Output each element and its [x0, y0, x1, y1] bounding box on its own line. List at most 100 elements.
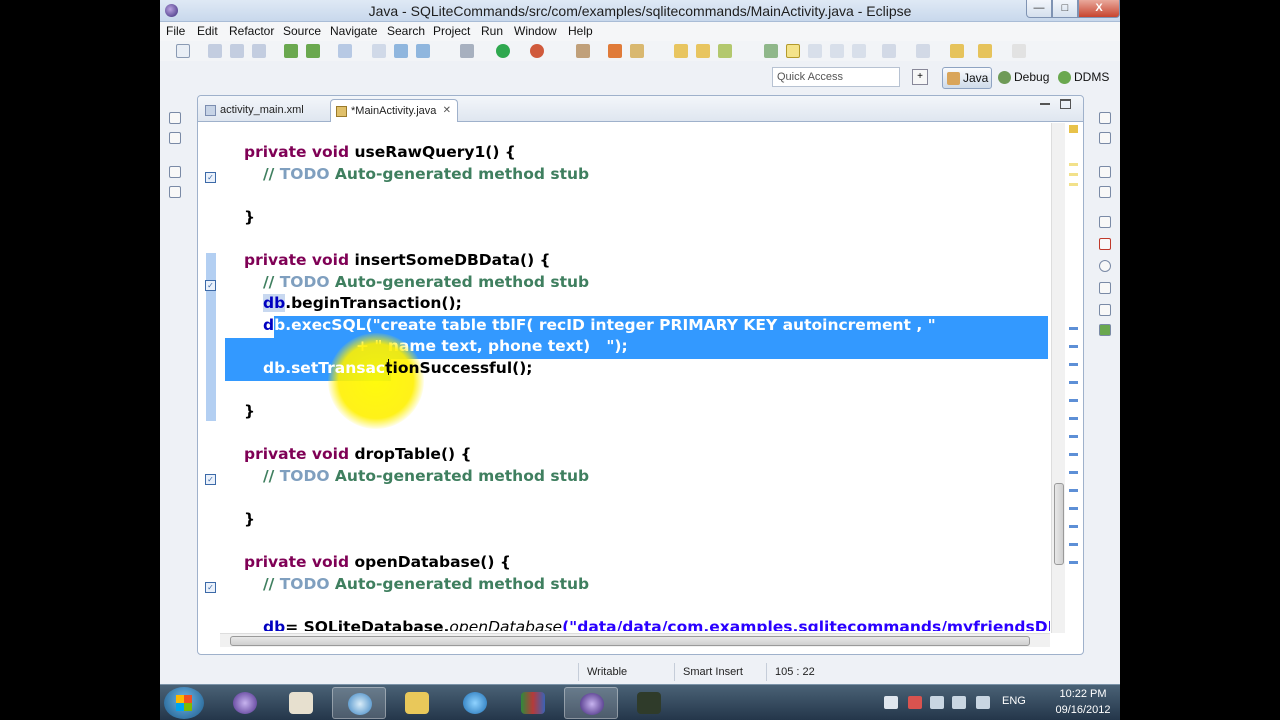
overview-marker[interactable] [1069, 471, 1078, 474]
tab-main-activity-java[interactable]: *MainActivity.java ✕ [330, 99, 458, 122]
new-package-icon[interactable] [630, 44, 644, 58]
new-xml-file-icon[interactable] [416, 44, 430, 58]
print-icon[interactable] [252, 44, 266, 58]
overview-marker[interactable] [1069, 345, 1078, 348]
overview-marker[interactable] [1069, 399, 1078, 402]
new-icon[interactable] [176, 44, 190, 58]
android-avd-icon[interactable] [306, 44, 320, 58]
code-editor[interactable]: ✓ ✓ ✓ ✓ private void useRawQuery1() { //… [198, 123, 1050, 631]
overview-marker[interactable] [1069, 173, 1078, 176]
skip-breakpoints-icon[interactable] [576, 44, 590, 58]
restore-outline-icon[interactable] [169, 166, 181, 178]
menu-project[interactable]: Project [433, 24, 470, 38]
menu-window[interactable]: Window [514, 24, 557, 38]
outline-view-icon[interactable] [1099, 132, 1111, 144]
overview-marker[interactable] [1069, 489, 1078, 492]
package-explorer-icon[interactable] [169, 132, 181, 144]
menu-search[interactable]: Search [387, 24, 425, 38]
javadoc-icon[interactable] [1099, 260, 1111, 272]
toggle-highlight-icon[interactable] [786, 44, 800, 58]
save-icon[interactable] [208, 44, 222, 58]
network-icon[interactable] [952, 696, 966, 709]
restore-console-icon[interactable] [1099, 216, 1111, 228]
clock-date[interactable]: 09/16/2012 [1050, 704, 1116, 716]
overview-marker[interactable] [1069, 381, 1078, 384]
lint-icon[interactable] [338, 44, 352, 58]
taskbar-android-app[interactable] [622, 687, 676, 719]
overview-marker[interactable] [1069, 327, 1078, 330]
maximize-button[interactable]: □ [1052, 0, 1078, 18]
block-selection-icon[interactable] [808, 44, 822, 58]
last-edit-icon[interactable] [950, 44, 964, 58]
horizontal-scrollbar[interactable] [220, 633, 1050, 647]
console-icon[interactable] [1099, 304, 1111, 316]
menu-run[interactable]: Run [481, 24, 503, 38]
external-tools-icon[interactable] [530, 44, 544, 58]
language-indicator[interactable]: ENG [1002, 695, 1026, 707]
pilcrow-icon[interactable] [852, 44, 866, 58]
restore-bottom-views-icon[interactable] [1099, 166, 1111, 178]
previous-annotation-icon[interactable] [916, 44, 930, 58]
start-button[interactable] [164, 687, 204, 719]
open-task-icon[interactable] [696, 44, 710, 58]
task-marker-icon[interactable]: ✓ [205, 474, 216, 485]
menu-source[interactable]: Source [283, 24, 321, 38]
overview-marker[interactable] [1069, 453, 1078, 456]
overview-marker[interactable] [1069, 543, 1078, 546]
new-android-project-icon[interactable] [372, 44, 386, 58]
scrollbar-thumb[interactable] [1054, 483, 1064, 565]
overview-marker[interactable] [1069, 525, 1078, 528]
perspective-ddms-button[interactable]: DDMS [1054, 67, 1114, 89]
close-button[interactable]: X [1078, 0, 1120, 18]
back-icon[interactable] [978, 44, 992, 58]
declaration-icon[interactable] [1099, 282, 1111, 294]
android-sdk-icon[interactable] [284, 44, 298, 58]
task-marker-icon[interactable]: ✓ [205, 172, 216, 183]
overview-marker[interactable] [1069, 417, 1078, 420]
minimize-button[interactable]: — [1026, 0, 1052, 18]
task-list-icon[interactable] [1099, 186, 1111, 198]
tab-activity-main-xml[interactable]: activity_main.xml [200, 99, 328, 122]
open-perspective-icon[interactable]: + [912, 69, 928, 85]
taskbar-explorer[interactable] [390, 687, 444, 719]
overview-warning-marker[interactable] [1069, 125, 1078, 133]
overview-marker[interactable] [1069, 561, 1078, 564]
save-all-icon[interactable] [230, 44, 244, 58]
task-marker-icon[interactable]: ✓ [205, 582, 216, 593]
perspective-java-button[interactable]: Java [942, 67, 992, 89]
menu-refactor[interactable]: Refactor [229, 24, 274, 38]
forward-icon[interactable] [1012, 44, 1026, 58]
menu-file[interactable]: File [166, 24, 185, 38]
debug-icon[interactable] [460, 44, 474, 58]
minimize-editor-icon[interactable] [1040, 103, 1050, 105]
close-tab-icon[interactable]: ✕ [443, 105, 451, 116]
taskbar-safari[interactable] [332, 687, 386, 719]
taskbar-eclipse-launcher[interactable] [218, 687, 272, 719]
overview-marker[interactable] [1069, 163, 1078, 166]
new-java-class-icon[interactable] [608, 44, 622, 58]
taskbar-java-app[interactable] [274, 687, 328, 719]
restore-views-icon[interactable] [1099, 112, 1111, 124]
volume-icon[interactable] [976, 696, 990, 709]
menu-help[interactable]: Help [568, 24, 593, 38]
overview-marker[interactable] [1069, 507, 1078, 510]
action-center-icon[interactable] [908, 696, 922, 709]
tray-arrow-icon[interactable] [884, 696, 898, 709]
power-icon[interactable] [930, 696, 944, 709]
taskbar-eclipse-window[interactable] [564, 687, 618, 719]
new-android-test-icon[interactable] [394, 44, 408, 58]
restore-package-explorer-icon[interactable] [169, 112, 181, 124]
overview-marker[interactable] [1069, 435, 1078, 438]
overview-marker[interactable] [1069, 183, 1078, 186]
perspective-debug-button[interactable]: Debug [994, 67, 1052, 89]
menu-navigate[interactable]: Navigate [330, 24, 377, 38]
problems-icon[interactable] [1099, 238, 1111, 250]
overview-marker[interactable] [1069, 363, 1078, 366]
quick-access-input[interactable]: Quick Access [772, 67, 900, 87]
task-marker-icon[interactable]: ✓ [205, 280, 216, 291]
taskbar-books-app[interactable] [506, 687, 560, 719]
search-icon[interactable] [718, 44, 732, 58]
menu-edit[interactable]: Edit [197, 24, 218, 38]
outline-icon[interactable] [169, 186, 181, 198]
maximize-editor-icon[interactable] [1060, 99, 1071, 109]
